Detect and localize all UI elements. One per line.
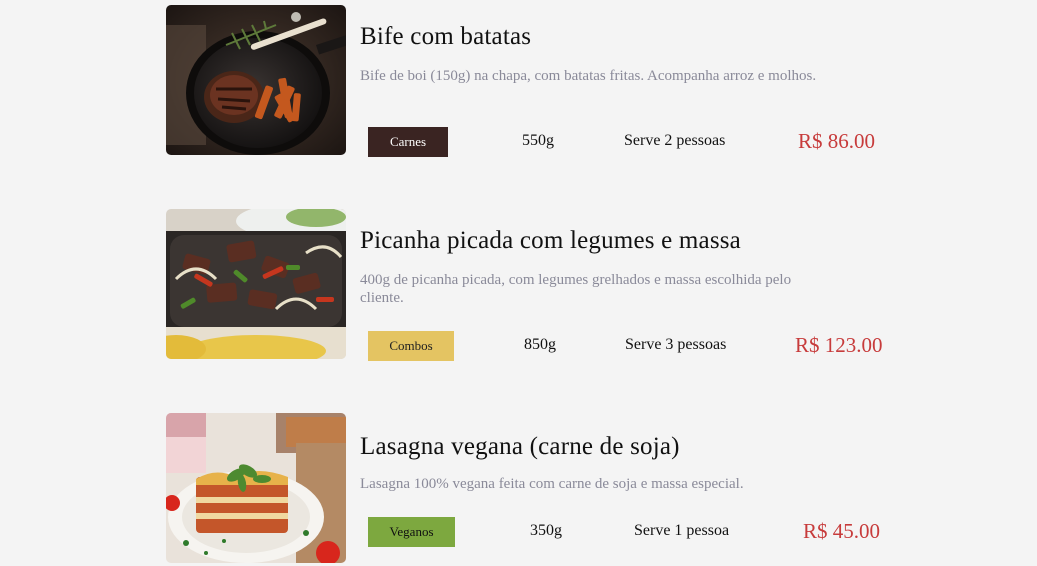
category-badge[interactable]: Veganos: [368, 517, 455, 547]
menu-item[interactable]: Bife com batatas Bife de boi (150g) na c…: [166, 5, 888, 157]
menu-item[interactable]: Lasagna vegana (carne de soja) Lasagna 1…: [166, 413, 886, 563]
dish-title: Picanha picada com legumes e massa: [360, 227, 741, 254]
dish-serves: Serve 2 pessoas: [624, 132, 726, 149]
dish-info-row: Veganos 350g Serve 1 pessoa R$ 45.00: [368, 517, 888, 547]
dish-price: R$ 123.00: [795, 333, 883, 357]
dish-photo-steak[interactable]: [166, 5, 346, 155]
dish-serves: Serve 3 pessoas: [625, 336, 727, 353]
dish-price: R$ 45.00: [803, 519, 881, 543]
vegan-lasagna-photo: [166, 413, 346, 563]
dish-weight: 550g: [522, 132, 554, 149]
dish-title: Lasagna vegana (carne de soja): [360, 433, 680, 460]
dish-description: 400g de picanha picada, com legumes grel…: [360, 272, 792, 306]
steak-with-fries-photo: [166, 5, 346, 155]
dish-info-row: Combos 850g Serve 3 pessoas R$ 123.00: [368, 331, 888, 361]
dish-price: R$ 86.00: [798, 129, 876, 153]
dish-weight: 350g: [530, 522, 562, 539]
dish-title: Bife com batatas: [360, 23, 532, 50]
category-badge[interactable]: Carnes: [368, 127, 448, 157]
menu-list: Bife com batatas Bife de boi (150g) na c…: [0, 0, 1037, 566]
dish-photo-lasagna[interactable]: [166, 413, 346, 563]
menu-item[interactable]: Picanha picada com legumes e massa 400g …: [166, 209, 888, 361]
dish-weight: 850g: [524, 336, 556, 353]
dish-photo-picanha[interactable]: [166, 209, 346, 359]
grilled-beef-vegetables-photo: [166, 209, 346, 359]
dish-serves: Serve 1 pessoa: [634, 522, 730, 539]
category-badge[interactable]: Combos: [368, 331, 454, 361]
dish-description: Bife de boi (150g) na chapa, com batatas…: [360, 68, 817, 84]
dish-info-row: Carnes 550g Serve 2 pessoas R$ 86.00: [368, 127, 888, 157]
dish-description: Lasagna 100% vegana feita com carne de s…: [360, 476, 744, 492]
